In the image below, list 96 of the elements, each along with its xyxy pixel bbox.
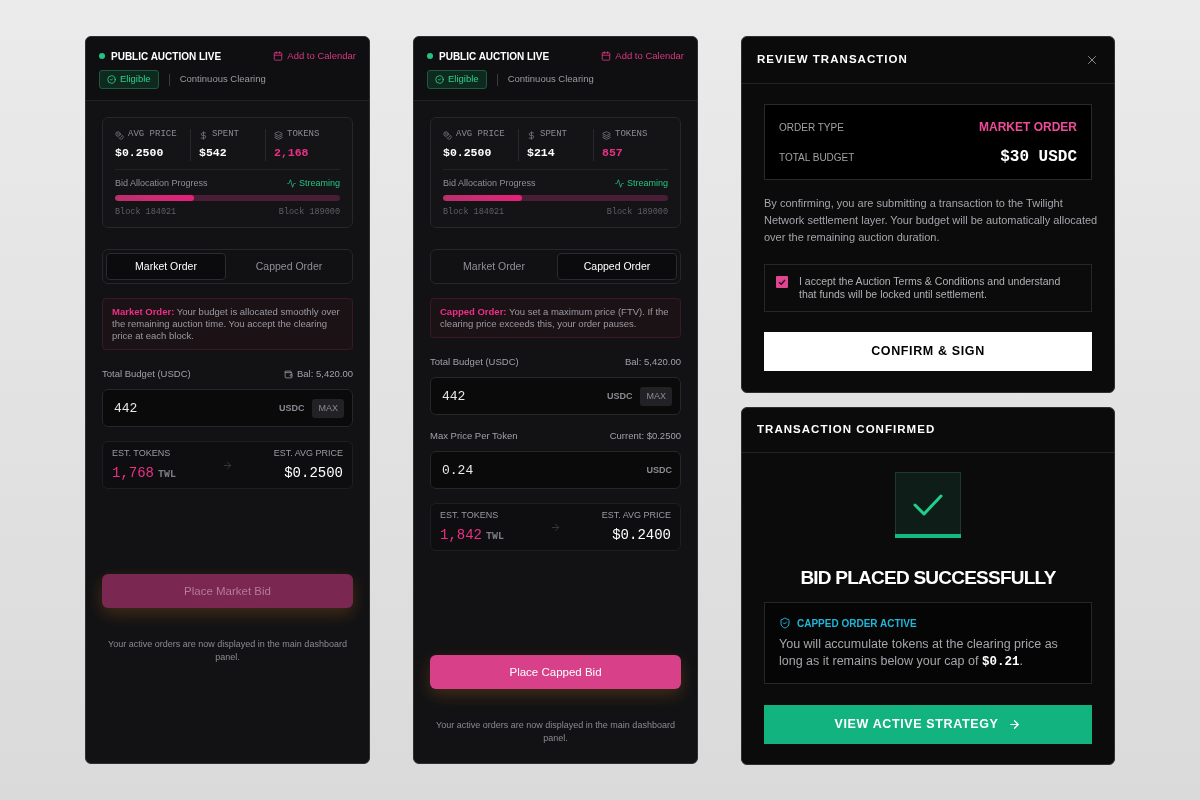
stat-value: $0.2500 (115, 145, 165, 161)
calendar-icon (273, 51, 284, 61)
order-note: Capped Order: You set a maximum price (FTV). If the clearing price exceeds this, your order pauses. (440, 306, 670, 331)
stat-label: SPENT (540, 128, 567, 142)
max-button[interactable]: MAX (640, 386, 672, 406)
order-type-value: MARKET ORDER (979, 119, 1077, 136)
block-label: Block 189000 (606, 205, 668, 219)
stat-value: $542 (199, 145, 228, 161)
eligibility-label: Eligible (448, 72, 479, 87)
check-circle-icon (107, 75, 116, 84)
auction-status: PUBLIC AUCTION LIVE (111, 49, 222, 64)
block-label: Block 184021 (115, 205, 177, 219)
shield-check-icon (779, 617, 791, 629)
block-label: Block 184021 (443, 205, 505, 219)
close-icon (1085, 53, 1099, 67)
confirmation-description: By confirming, you are submitting a transaction to the Twilight Network settlement layer. Your budget will be automatically allocated over the remaining auction duration. (764, 196, 1098, 245)
order-type-tab[interactable]: Capped Order (229, 253, 349, 281)
order-type-tab[interactable]: Capped Order (557, 253, 677, 281)
amount-field[interactable]: 442 USDC MAX (430, 377, 681, 416)
calendar-icon (601, 51, 612, 61)
balance-label: Current: $0.2500 (609, 429, 681, 444)
order-type-tab[interactable]: Market Order (106, 253, 226, 281)
dialog-title: REVIEW TRANSACTION (757, 52, 908, 68)
clearing-mode: Continuous Clearing (179, 72, 266, 87)
estimate-label: EST. TOKENS (440, 509, 500, 522)
checkmark-icon (895, 472, 961, 538)
close-button[interactable] (1085, 53, 1099, 67)
stat-label: TOKENS (287, 128, 320, 142)
unit-label: USDC (646, 463, 672, 477)
checkbox[interactable] (776, 276, 788, 288)
unit-label: USDC (278, 401, 305, 415)
amount-field[interactable]: 442 USDC MAX (102, 389, 353, 428)
stat-label: TOKENS (615, 128, 648, 142)
notice-title: CAPPED ORDER ACTIVE (797, 616, 917, 631)
dollar-icon (199, 130, 208, 140)
estimated-price: $0.2500 (284, 463, 343, 483)
estimated-tokens: 1,768 (112, 463, 154, 483)
amount-input[interactable]: 442 (442, 386, 607, 406)
pulse-icon (614, 178, 624, 188)
coins-icon (115, 130, 124, 140)
confirm-button[interactable]: CONFIRM & SIGN (764, 332, 1092, 371)
summary-label: ORDER TYPE (779, 120, 844, 135)
block-label: Block 189000 (278, 205, 340, 219)
max-button[interactable]: MAX (312, 398, 344, 418)
unit-label: USDC (606, 389, 633, 403)
summary-label: TOTAL BUDGET (779, 150, 855, 165)
balance-label: Bal: 5,420.00 (625, 355, 681, 370)
success-headline: BID PLACED SUCCESSFULLY (800, 567, 1056, 589)
estimate-label: EST. TOKENS (112, 447, 172, 460)
token-unit: TWL (486, 529, 505, 544)
amount-input[interactable]: 442 (114, 398, 279, 418)
estimate-label: EST. AVG PRICE (273, 447, 343, 460)
stat-label: AVG PRICE (128, 128, 177, 142)
pulse-icon (286, 178, 296, 188)
amount-input[interactable]: 0.24 (442, 460, 647, 480)
field-label: Total Budget (USDC) (430, 355, 519, 370)
add-to-calendar-link[interactable]: Add to Calendar (273, 48, 356, 64)
stat-value: $0.2500 (443, 145, 493, 161)
order-note: Market Order: Your budget is allocated smoothly over the remaining auction time. You accept the clearing price at each block. (112, 306, 341, 343)
estimated-price: $0.2400 (612, 525, 671, 545)
arrow-right-icon (222, 459, 233, 471)
field-label: Total Budget (USDC) (102, 367, 191, 382)
place-bid-button[interactable]: Place Capped Bid (430, 655, 681, 690)
coins-icon (443, 130, 452, 140)
streaming-status: Streaming (298, 176, 340, 190)
layers-icon (274, 130, 283, 140)
notice-text: You will accumulate tokens at the clearing price as long as it remains below your cap of $0.21. (779, 636, 1059, 671)
footnote: Your active orders are now displayed in the main dashboard panel. (435, 719, 676, 746)
dialog-title: TRANSACTION CONFIRMED (757, 422, 936, 438)
layers-icon (602, 130, 611, 140)
clearing-mode: Continuous Clearing (507, 72, 594, 87)
progress-label: Bid Allocation Progress (443, 176, 536, 190)
budget-value: $30 USDC (1000, 147, 1077, 168)
stat-label: SPENT (212, 128, 239, 142)
field-label: Max Price Per Token (430, 429, 518, 444)
stat-value: $214 (527, 145, 556, 161)
eligibility-label: Eligible (120, 72, 151, 87)
token-unit: TWL (158, 467, 177, 482)
estimated-tokens: 1,842 (440, 525, 482, 545)
terms-text: I accept the Auction Terms & Conditions and understand that funds will be locked until settlement. (799, 275, 1062, 301)
dollar-icon (527, 130, 536, 140)
progress-label: Bid Allocation Progress (115, 176, 208, 190)
estimate-label: EST. AVG PRICE (601, 509, 671, 522)
auction-status: PUBLIC AUCTION LIVE (439, 49, 550, 64)
arrow-right-icon (1008, 718, 1022, 731)
amount-field[interactable]: 0.24 USDC (430, 451, 681, 490)
arrow-right-icon (550, 521, 561, 533)
streaming-status: Streaming (626, 176, 668, 190)
add-to-calendar-link[interactable]: Add to Calendar (601, 48, 684, 64)
stat-value: 2,168 (274, 145, 310, 161)
balance-label: Bal: 5,420.00 (297, 367, 353, 382)
stat-value: 857 (602, 145, 624, 161)
check-circle-icon (435, 75, 444, 84)
footnote: Your active orders are now displayed in the main dashboard panel. (107, 638, 348, 665)
stat-label: AVG PRICE (456, 128, 505, 142)
order-type-tab[interactable]: Market Order (434, 253, 554, 281)
